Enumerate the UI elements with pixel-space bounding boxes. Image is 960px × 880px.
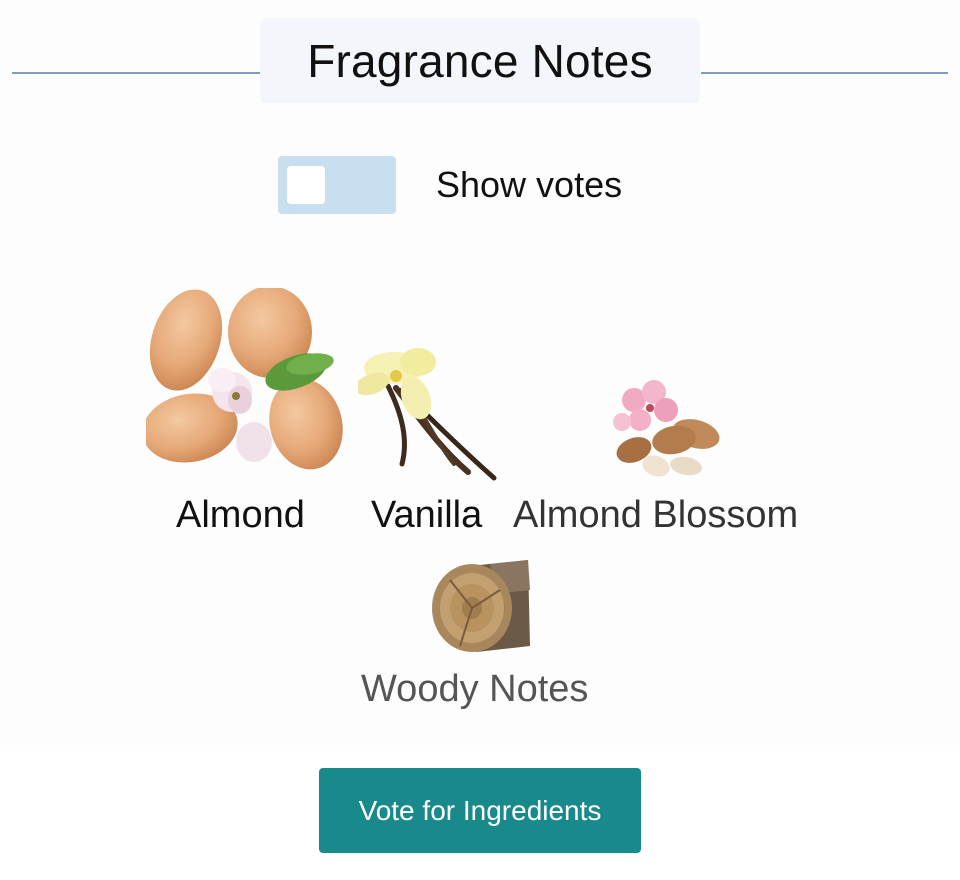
- title-rule-left: [12, 72, 260, 74]
- title-rule-right: [701, 72, 948, 74]
- note-label-almond: Almond: [176, 494, 305, 536]
- page-title: Fragrance Notes: [307, 34, 653, 87]
- fragrance-notes-panel: Fragrance Notes Show votes Almond Vanill…: [0, 0, 960, 745]
- vote-for-ingredients-button[interactable]: Vote for Ingredients: [319, 768, 641, 853]
- almond-blossom-image: [613, 380, 720, 477]
- show-votes-toggle[interactable]: [278, 156, 396, 214]
- vanilla-image: [358, 348, 497, 481]
- show-votes-row: Show votes: [278, 156, 622, 214]
- note-label-vanilla: Vanilla: [371, 494, 483, 536]
- note-label-almond-blossom: Almond Blossom: [513, 494, 799, 536]
- woody-notes-image: [432, 560, 530, 652]
- show-votes-label: Show votes: [436, 164, 623, 205]
- almond-image: [146, 288, 343, 470]
- toggle-knob: [287, 166, 325, 204]
- note-label-woody-notes: Woody Notes: [361, 668, 589, 710]
- title-box: Fragrance Notes: [260, 18, 700, 103]
